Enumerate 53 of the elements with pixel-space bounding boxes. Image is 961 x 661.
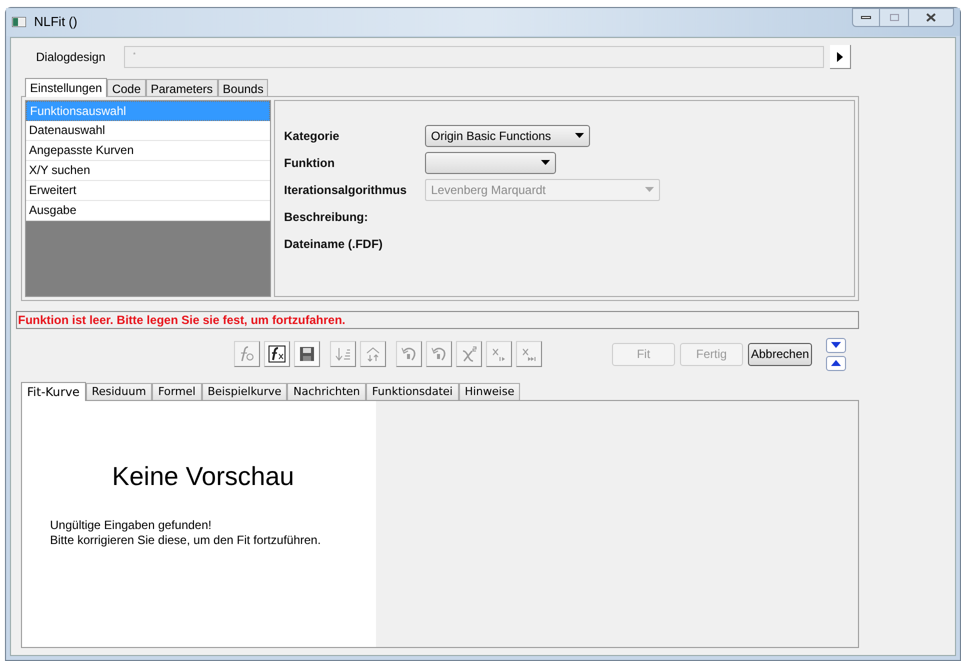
function-icon (238, 345, 256, 363)
dropdown[interactable]: Origin Basic Functions (425, 124, 590, 146)
nav-item[interactable]: Datenauswahl (26, 121, 270, 141)
caret-icon (575, 133, 584, 138)
tab[interactable]: Funktionsdatei (366, 383, 459, 400)
tab[interactable]: Bounds (218, 79, 268, 96)
tab[interactable]: Nachrichten (287, 383, 366, 400)
setting-label: Funktion (284, 154, 336, 172)
close-button[interactable] (908, 8, 954, 27)
caret-icon (645, 187, 654, 192)
tab[interactable]: Hinweise (458, 383, 520, 400)
sort-icon (334, 345, 352, 363)
tab[interactable]: Formel (152, 383, 202, 400)
undo-icon (430, 345, 448, 363)
dropdown[interactable] (425, 152, 556, 174)
dialog-design-label: Dialogdesign (36, 49, 106, 66)
toolbar-button[interactable] (294, 341, 320, 367)
setting-label: Kategorie (284, 128, 340, 144)
collapse-up-button[interactable] (826, 356, 846, 370)
setting-label: Beschreibung: (284, 208, 370, 226)
tree-icon (364, 345, 382, 363)
tab[interactable]: Residuum (86, 383, 152, 400)
tab[interactable]: Parameters (146, 79, 218, 96)
nav-item[interactable]: Erweitert (26, 181, 270, 201)
function-icon (268, 345, 286, 363)
collapse-down-button[interactable] (826, 338, 846, 352)
tab[interactable]: Code (107, 79, 146, 96)
chi-square-icon (460, 345, 478, 363)
error-message: Funktion ist leer. Bitte legen Sie sie fest, um fortzufahren. (16, 311, 859, 329)
setting-label: Dateiname (.FDF) (284, 236, 384, 252)
caret-icon (541, 160, 550, 165)
setting-label: Iterationsalgorithmus (284, 182, 408, 198)
action-button[interactable]: Abbrechen (748, 342, 812, 366)
window-title: NLFit () (34, 13, 78, 32)
nav-item[interactable]: X/Y suchen (26, 161, 270, 181)
app-icon (12, 17, 26, 27)
preview-heading: Keine Vorschau (112, 460, 296, 493)
tab[interactable]: Fit-Kurve (21, 382, 86, 401)
toolbar-button[interactable] (264, 341, 290, 367)
undo-icon (400, 345, 418, 363)
play-icon (837, 52, 843, 62)
caret-up-icon (831, 360, 842, 366)
save-icon (298, 345, 316, 363)
preview-message: Ungültige Eingaben gefunden! (50, 518, 212, 533)
minimize-button[interactable] (852, 8, 880, 27)
tab[interactable]: Beispielkurve (202, 383, 288, 400)
preview-message: Bitte korrigieren Sie diese, um den Fit fortzuführen. (50, 533, 322, 548)
tab[interactable]: Einstellungen (25, 78, 108, 97)
close-icon (926, 13, 936, 22)
expand-button[interactable] (830, 45, 851, 69)
nav-item[interactable]: Ausgabe (26, 201, 270, 221)
nav-item[interactable]: Angepasste Kurven (26, 141, 270, 161)
caret-down-icon (831, 342, 842, 348)
